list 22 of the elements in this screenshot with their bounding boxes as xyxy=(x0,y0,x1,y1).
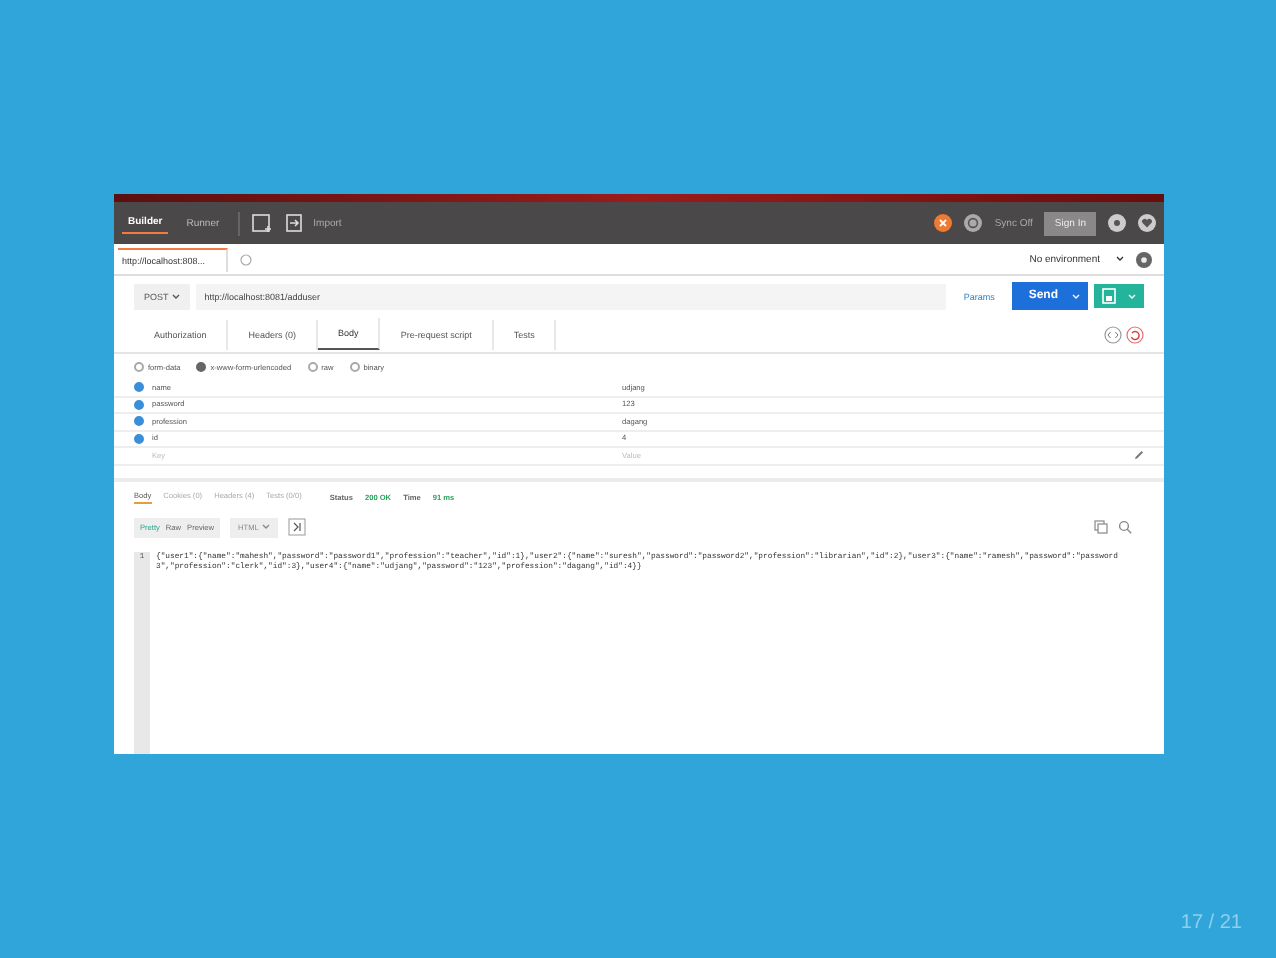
param-checkbox[interactable] xyxy=(134,399,144,410)
heart-icon[interactable] xyxy=(1138,214,1156,232)
reset-icon[interactable] xyxy=(1126,325,1144,343)
param-checkbox[interactable] xyxy=(134,433,144,444)
code-icon[interactable] xyxy=(1104,325,1122,343)
new-window-icon[interactable] xyxy=(251,214,274,232)
caret-icon xyxy=(1072,293,1080,299)
caret-icon xyxy=(1128,293,1136,299)
param-checkbox[interactable] xyxy=(134,416,144,427)
save-button[interactable] xyxy=(1094,284,1144,308)
caret-icon xyxy=(262,523,271,529)
save-icon xyxy=(1102,288,1116,304)
copy-icon[interactable] xyxy=(1094,520,1108,534)
caret-icon xyxy=(1116,256,1124,262)
caret-icon xyxy=(172,293,181,299)
search-icon[interactable] xyxy=(1118,520,1132,534)
edit-icon[interactable] xyxy=(1134,450,1144,461)
wrap-icon[interactable] xyxy=(288,518,307,536)
slide-counter: 17 / 21 xyxy=(1180,912,1242,934)
import-icon[interactable] xyxy=(285,214,302,232)
param-checkbox[interactable] xyxy=(134,382,144,393)
interceptor-icon[interactable] xyxy=(934,214,953,232)
